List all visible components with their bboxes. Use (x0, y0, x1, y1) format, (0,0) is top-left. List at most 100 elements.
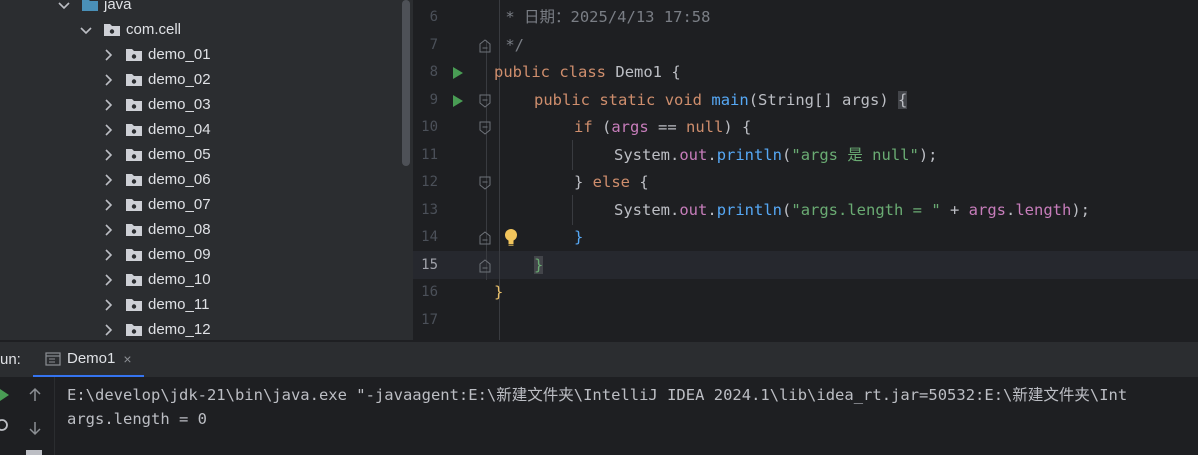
code-line: 9 public static void main(String[] args)… (413, 87, 1198, 115)
code-line: 14 } (413, 224, 1198, 252)
project-tree-scrollbar[interactable] (400, 0, 413, 340)
chevron-right-icon[interactable] (101, 198, 115, 212)
package-folder-icon (125, 223, 143, 237)
package-folder-icon (125, 148, 143, 162)
package-folder-icon (125, 73, 143, 87)
fold-end-icon[interactable] (479, 231, 491, 245)
tree-item-demo-06[interactable]: demo_06 (101, 167, 211, 192)
stop-icon[interactable] (26, 450, 42, 455)
arrow-down-icon[interactable] (27, 420, 43, 436)
tree-item-demo-05[interactable]: demo_05 (101, 142, 211, 167)
tree-item-label: java (104, 0, 132, 13)
code-editor[interactable]: 6 * 日期：2025/4/13 17:58 7 */ 8 public cla… (413, 0, 1198, 340)
code-text: } (534, 252, 544, 280)
tree-item-demo-08[interactable]: demo_08 (101, 217, 211, 242)
code-text: public class Demo1 { (494, 63, 681, 81)
tree-item-label: demo_12 (148, 321, 211, 338)
chevron-right-icon[interactable] (101, 248, 115, 262)
chevron-right-icon[interactable] (101, 123, 115, 137)
tree-item-demo-03[interactable]: demo_03 (101, 92, 211, 117)
code-text: } (574, 228, 584, 246)
run-method-icon[interactable] (452, 94, 464, 108)
chevron-right-icon[interactable] (101, 223, 115, 237)
tree-item-demo-01[interactable]: demo_01 (101, 42, 211, 67)
line-number: 15 (421, 256, 438, 273)
fold-end-icon[interactable] (479, 258, 491, 273)
fold-end-icon[interactable] (479, 38, 491, 53)
code-text: } (494, 283, 504, 301)
code-text: } else { (574, 173, 649, 191)
tree-item-label: demo_11 (148, 296, 210, 313)
package-folder-icon (125, 298, 143, 312)
run-toolbar (0, 377, 55, 455)
package-folder-icon (125, 198, 143, 212)
code-line: 15 } (413, 252, 1198, 280)
code-line: 16 } (413, 279, 1198, 307)
code-line: 7 */ (413, 32, 1198, 60)
code-text: public static void main(String[] args) { (534, 90, 908, 109)
fold-start-icon[interactable] (479, 121, 491, 135)
tree-item-label: demo_01 (148, 46, 211, 63)
tree-item-demo-02[interactable]: demo_02 (101, 67, 211, 92)
code-line: 13 System.out.println("args.length = " +… (413, 197, 1198, 225)
tab-demo1[interactable]: Demo1 × (33, 342, 144, 377)
chevron-right-icon[interactable] (101, 48, 115, 62)
chevron-right-icon[interactable] (101, 273, 115, 287)
package-folder-icon (103, 23, 121, 37)
package-folder-icon (125, 173, 143, 187)
fold-start-icon[interactable] (479, 176, 491, 190)
code-line: 17 (413, 307, 1198, 335)
tree-item-demo-09[interactable]: demo_09 (101, 242, 211, 267)
run-class-icon[interactable] (452, 66, 464, 80)
chevron-right-icon[interactable] (101, 173, 115, 187)
tree-item-label: demo_06 (148, 171, 211, 188)
package-folder-icon (125, 123, 143, 137)
package-folder-icon (125, 98, 143, 112)
console-icon (45, 351, 61, 366)
tree-item-demo-12[interactable]: demo_12 (101, 317, 211, 340)
run-panel-header: un: Demo1 × (0, 341, 1198, 377)
tree-item-demo-04[interactable]: demo_04 (101, 117, 211, 142)
source-root-folder-icon (81, 0, 99, 12)
chevron-right-icon[interactable] (101, 148, 115, 162)
tree-item-label: demo_09 (148, 246, 211, 263)
tree-item-demo-11[interactable]: demo_11 (101, 292, 209, 317)
chevron-right-icon[interactable] (101, 98, 115, 112)
scrollbar-thumb[interactable] (402, 0, 410, 166)
chevron-down-icon[interactable] (79, 23, 93, 37)
tree-item-demo-07[interactable]: demo_07 (101, 192, 211, 217)
chevron-right-icon[interactable] (101, 73, 115, 87)
line-number: 9 (429, 91, 438, 108)
line-number: 6 (429, 9, 438, 25)
line-number: 7 (429, 36, 438, 53)
code-line: 8 public class Demo1 { (413, 59, 1198, 87)
package-folder-icon (125, 273, 143, 287)
chevron-down-icon[interactable] (57, 0, 71, 12)
close-tab-icon[interactable]: × (123, 351, 131, 367)
tree-item-java[interactable]: java (57, 0, 132, 17)
line-number: 16 (421, 284, 438, 300)
chevron-right-icon[interactable] (101, 298, 115, 312)
code-text: if (args == null) { (574, 118, 752, 136)
tree-item-com-cell[interactable]: com.cell (79, 17, 181, 42)
tree-item-label: demo_08 (148, 221, 211, 238)
tree-item-label: com.cell (126, 21, 182, 38)
tree-item-label: demo_04 (148, 121, 211, 138)
console-output[interactable]: E:\develop\jdk-21\bin\java.exe "-javaage… (0, 377, 1198, 455)
lightbulb-icon[interactable] (504, 228, 518, 247)
code-text: * 日期：2025/4/13 17:58 (496, 8, 711, 26)
package-folder-icon (125, 248, 143, 262)
arrow-up-icon[interactable] (27, 387, 43, 403)
fold-start-icon[interactable] (479, 94, 491, 108)
tab-label: Demo1 (67, 350, 116, 367)
matched-brace: } (534, 255, 544, 274)
rerun-icon[interactable] (0, 387, 12, 403)
line-number: 17 (421, 311, 438, 328)
chevron-right-icon[interactable] (101, 323, 115, 337)
line-number: 12 (421, 174, 438, 190)
wrench-icon[interactable] (0, 417, 10, 433)
run-panel-label: un: (0, 351, 21, 368)
line-number: 10 (421, 119, 438, 135)
tree-item-demo-10[interactable]: demo_10 (101, 267, 211, 292)
line-number: 13 (421, 201, 438, 218)
